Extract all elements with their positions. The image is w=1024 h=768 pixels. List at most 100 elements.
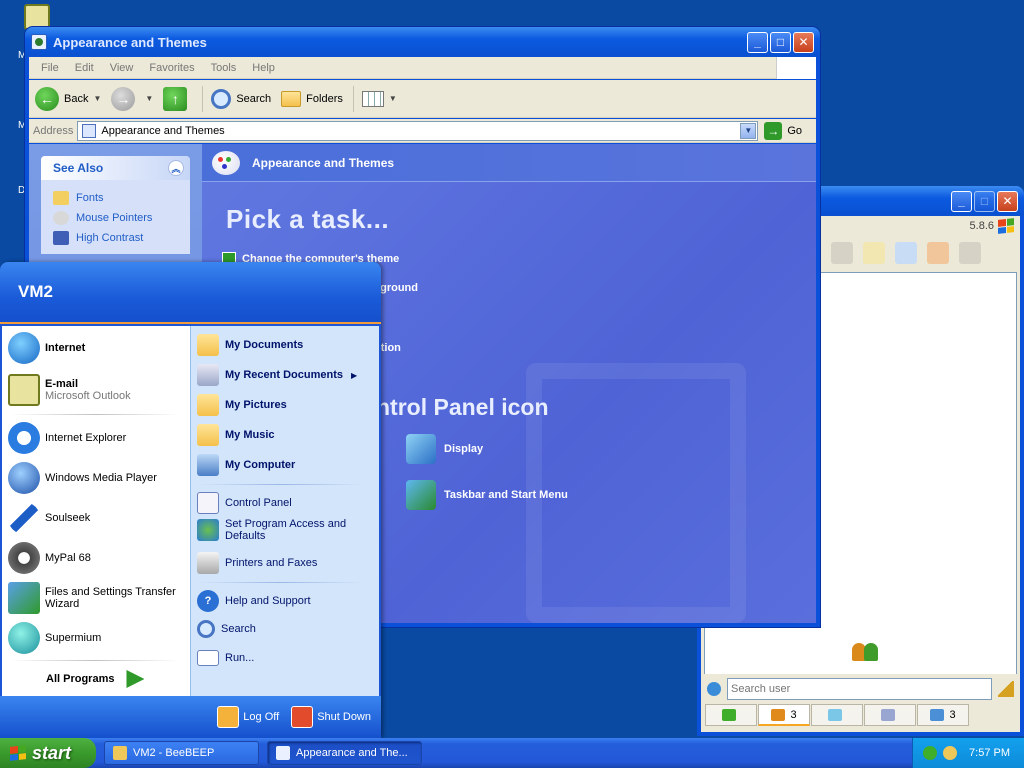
taskbar-button-label: VM2 - BeeBEEP bbox=[133, 747, 215, 759]
maximize-button[interactable]: □ bbox=[770, 31, 791, 53]
see-also-fonts[interactable]: Fonts bbox=[53, 188, 178, 208]
home-icon[interactable] bbox=[831, 242, 853, 264]
recent-mypal[interactable]: MyPal 68 bbox=[8, 542, 91, 574]
see-also-label: Mouse Pointers bbox=[76, 212, 153, 224]
globe-icon bbox=[707, 682, 721, 696]
users-icon bbox=[771, 708, 786, 721]
start-label: start bbox=[32, 742, 72, 763]
recent-internet-explorer[interactable]: Internet Explorer bbox=[8, 422, 126, 454]
go-button[interactable]: → Go bbox=[764, 121, 802, 140]
tab-chat[interactable] bbox=[705, 704, 757, 726]
beebeep-icon bbox=[113, 746, 127, 760]
tools-icon[interactable] bbox=[895, 242, 917, 264]
see-also-label: Fonts bbox=[76, 192, 104, 204]
views-button[interactable]: ▼ bbox=[361, 90, 397, 107]
go-label: Go bbox=[787, 124, 802, 137]
beebeep-tray-icon[interactable] bbox=[943, 746, 957, 760]
views-icon bbox=[361, 90, 384, 107]
recent-soulseek[interactable]: Soulseek bbox=[8, 502, 90, 534]
network-icon[interactable] bbox=[923, 746, 937, 760]
folders-button[interactable]: Folders bbox=[281, 90, 343, 107]
see-also-mouse-pointers[interactable]: Mouse Pointers bbox=[53, 208, 178, 228]
edit-icon[interactable] bbox=[863, 242, 885, 264]
folders-icon bbox=[281, 90, 302, 107]
see-also-high-contrast[interactable]: High Contrast bbox=[53, 228, 178, 248]
palette-icon bbox=[212, 150, 240, 175]
search-item[interactable]: Search bbox=[197, 620, 256, 638]
place-label: My Recent Documents bbox=[225, 369, 343, 381]
share-icon[interactable] bbox=[927, 242, 949, 264]
collapse-icon[interactable]: ︽ bbox=[168, 160, 184, 176]
taskbar-button-appearance[interactable]: Appearance and The... bbox=[267, 741, 422, 765]
run-item[interactable]: Run... bbox=[197, 650, 254, 666]
help-and-support[interactable]: ? Help and Support bbox=[197, 590, 311, 612]
pinned-email[interactable]: E-mail Microsoft Outlook bbox=[8, 374, 131, 406]
tab-messages[interactable] bbox=[811, 704, 863, 726]
outlook-icon bbox=[8, 374, 40, 406]
tab-shares[interactable]: 3 bbox=[917, 704, 969, 726]
user-name: VM2 bbox=[18, 282, 53, 301]
chevron-down-icon[interactable]: ▼ bbox=[93, 94, 101, 103]
system-label: Set Program Access and Defaults bbox=[225, 518, 347, 542]
run-icon bbox=[197, 650, 219, 666]
media-player-icon bbox=[8, 462, 40, 494]
menu-view[interactable]: View bbox=[102, 62, 142, 74]
clock[interactable]: 7:57 PM bbox=[969, 747, 1010, 759]
pinned-internet[interactable]: Internet bbox=[8, 332, 85, 364]
go-arrow-icon: → bbox=[764, 121, 783, 140]
chevron-down-icon[interactable]: ▼ bbox=[145, 94, 153, 103]
start-menu-footer: Log Off Shut Down bbox=[0, 696, 381, 738]
taskbar-start-menu-link[interactable]: Taskbar and Start Menu bbox=[406, 480, 568, 510]
start-button[interactable]: start bbox=[0, 738, 96, 768]
recent-transfer-wizard[interactable]: Files and Settings Transfer Wizard bbox=[8, 582, 185, 614]
menu-file[interactable]: File bbox=[33, 62, 67, 74]
system-label: Printers and Faxes bbox=[225, 557, 318, 569]
menu-bar: File Edit View Favorites Tools Help bbox=[29, 56, 816, 79]
back-button[interactable]: ← Back ▼ bbox=[35, 86, 101, 111]
all-programs-button[interactable]: All Programs bbox=[46, 670, 145, 688]
program-label: Internet bbox=[45, 342, 86, 354]
forward-button[interactable]: → ▼ bbox=[111, 86, 153, 111]
appearance-titlebar[interactable]: Appearance and Themes _ □ ✕ bbox=[25, 27, 820, 57]
shut-down-button[interactable]: Shut Down bbox=[291, 706, 371, 728]
place-my-music[interactable]: My Music bbox=[197, 424, 275, 446]
up-button[interactable]: ↑ bbox=[163, 86, 192, 111]
close-button[interactable]: ✕ bbox=[997, 190, 1018, 212]
tab-groups[interactable] bbox=[864, 704, 916, 726]
maximize-button[interactable]: □ bbox=[974, 190, 995, 212]
address-value: Appearance and Themes bbox=[101, 124, 225, 137]
place-my-computer[interactable]: My Computer bbox=[197, 454, 295, 476]
see-also-header[interactable]: See Also ︽ bbox=[41, 156, 190, 180]
search-button[interactable]: Search bbox=[211, 88, 271, 109]
menu-edit[interactable]: Edit bbox=[67, 62, 102, 74]
recent-media-player[interactable]: Windows Media Player bbox=[8, 462, 157, 494]
pick-icon-heading: ntrol Panel icon bbox=[376, 394, 549, 420]
minimize-button[interactable]: _ bbox=[951, 190, 972, 212]
start-menu-places: My Documents My Recent Documents ▶ My Pi… bbox=[190, 326, 379, 696]
clear-icon[interactable] bbox=[998, 681, 1014, 697]
close-button[interactable]: ✕ bbox=[793, 31, 814, 53]
search-user-input[interactable] bbox=[727, 678, 992, 700]
menu-tools[interactable]: Tools bbox=[203, 62, 245, 74]
place-my-pictures[interactable]: My Pictures bbox=[197, 394, 287, 416]
chevron-down-icon[interactable]: ▼ bbox=[740, 122, 757, 139]
cp-item-label: Taskbar and Start Menu bbox=[444, 489, 568, 501]
category-title: Appearance and Themes bbox=[252, 155, 395, 170]
system-control-panel[interactable]: Control Panel bbox=[197, 492, 292, 514]
log-off-button[interactable]: Log Off bbox=[217, 706, 279, 728]
place-recent-documents[interactable]: My Recent Documents ▶ bbox=[197, 364, 357, 386]
tab-users[interactable]: 3 bbox=[758, 704, 810, 726]
system-program-access[interactable]: Set Program Access and Defaults bbox=[197, 518, 355, 542]
address-input[interactable]: Appearance and Themes ▼ bbox=[77, 120, 759, 141]
see-also-label: High Contrast bbox=[76, 232, 144, 244]
menu-favorites[interactable]: Favorites bbox=[141, 62, 202, 74]
trash-icon[interactable] bbox=[959, 242, 981, 264]
display-icon-link[interactable]: Display bbox=[406, 434, 483, 464]
system-printers[interactable]: Printers and Faxes bbox=[197, 552, 317, 574]
shut-down-label: Shut Down bbox=[317, 711, 371, 723]
taskbar-button-beebeep[interactable]: VM2 - BeeBEEP bbox=[104, 741, 259, 765]
place-my-documents[interactable]: My Documents bbox=[197, 334, 303, 356]
recent-supermium[interactable]: Supermium bbox=[8, 622, 101, 654]
menu-help[interactable]: Help bbox=[244, 62, 283, 74]
minimize-button[interactable]: _ bbox=[747, 31, 768, 53]
